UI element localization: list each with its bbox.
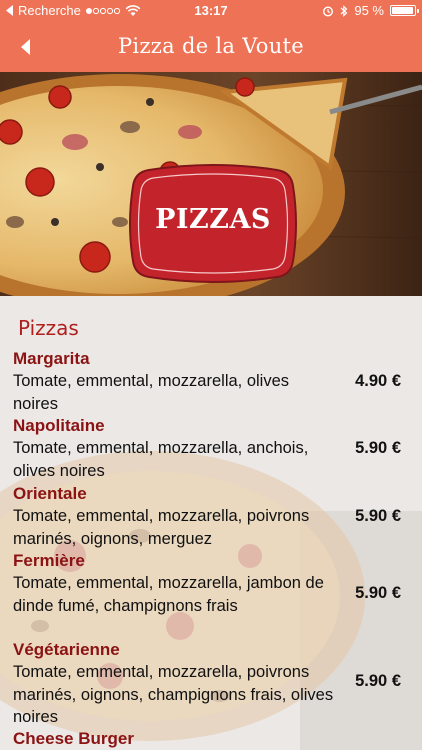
item-price: 5.90 €: [355, 584, 401, 602]
page-title: Pizza de la Voute: [118, 34, 304, 58]
hero-banner: PIZZAS: [0, 72, 422, 296]
category-badge: PIZZAS: [129, 164, 297, 283]
alarm-icon: [323, 5, 334, 17]
item-description: Tomate, emmental, mozzarella, poivrons m…: [13, 507, 310, 548]
battery-fill: [392, 7, 413, 14]
item-name: Margarita: [13, 349, 90, 368]
navigation-bar: Pizza de la Voute: [0, 22, 422, 72]
item-description: Tomate, emmental, mozzarella, jambon de …: [13, 574, 324, 615]
item-name: Orientale: [13, 484, 87, 503]
status-right: 95 %: [322, 3, 419, 18]
menu-item[interactable]: Fermière Tomate, emmental, mozzarella, j…: [13, 550, 413, 617]
section-title: Pizzas: [18, 316, 79, 340]
item-price: 4.90 €: [355, 372, 401, 390]
battery-icon: [390, 5, 419, 16]
menu-item[interactable]: Végétarienne Tomate, emmental, mozzarell…: [13, 639, 413, 729]
item-name: Cheese Burger: [13, 729, 134, 748]
status-bar: Recherche 13:17 95 %: [0, 0, 422, 22]
menu-item[interactable]: Cheese Burger: [13, 728, 413, 750]
item-description: Tomate, emmental, mozzarella, olives noi…: [13, 372, 290, 413]
menu-item[interactable]: Orientale Tomate, emmental, mozzarella, …: [13, 483, 413, 550]
item-price: 5.90 €: [355, 507, 401, 525]
bluetooth-icon: [340, 4, 348, 17]
item-name: Végétarienne: [13, 640, 120, 659]
menu-content[interactable]: Pizzas Margarita Tomate, emmental, mozza…: [0, 296, 422, 750]
badge-label: PIZZAS: [155, 204, 271, 235]
item-price: 5.90 €: [355, 672, 401, 690]
item-price: 5.90 €: [355, 439, 401, 457]
menu-item[interactable]: Napolitaine Tomate, emmental, mozzarella…: [13, 415, 413, 482]
item-name: Napolitaine: [13, 416, 105, 435]
item-name: Fermière: [13, 551, 85, 570]
item-description: Tomate, emmental, mozzarella, anchois, o…: [13, 439, 309, 480]
menu-item[interactable]: Margarita Tomate, emmental, mozzarella, …: [13, 348, 413, 415]
battery-percent: 95 %: [354, 3, 384, 18]
item-description: Tomate, emmental, mozzarella, poivrons m…: [13, 663, 334, 726]
